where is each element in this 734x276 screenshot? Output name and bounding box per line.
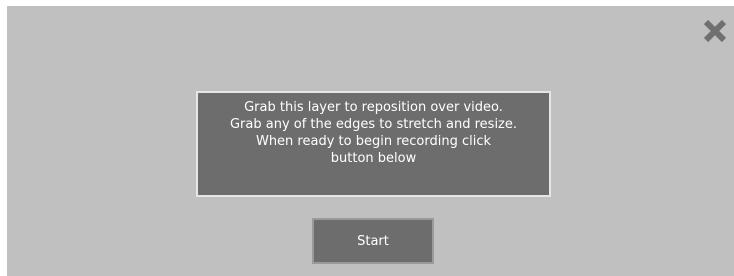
instructions-panel: Grab this layer to reposition over video… <box>196 91 551 197</box>
start-button-label: Start <box>357 233 389 249</box>
close-icon <box>703 19 727 43</box>
start-button[interactable]: Start <box>312 218 434 264</box>
instruction-line: Grab any of the edges to stretch and res… <box>229 117 518 132</box>
close-button[interactable] <box>700 16 730 46</box>
instruction-line: button below <box>330 151 417 166</box>
instruction-line: When ready to begin recording click <box>255 134 492 149</box>
recording-region-overlay[interactable]: Grab this layer to reposition over video… <box>7 6 734 276</box>
instruction-line: Grab this layer to reposition over video… <box>244 100 503 115</box>
